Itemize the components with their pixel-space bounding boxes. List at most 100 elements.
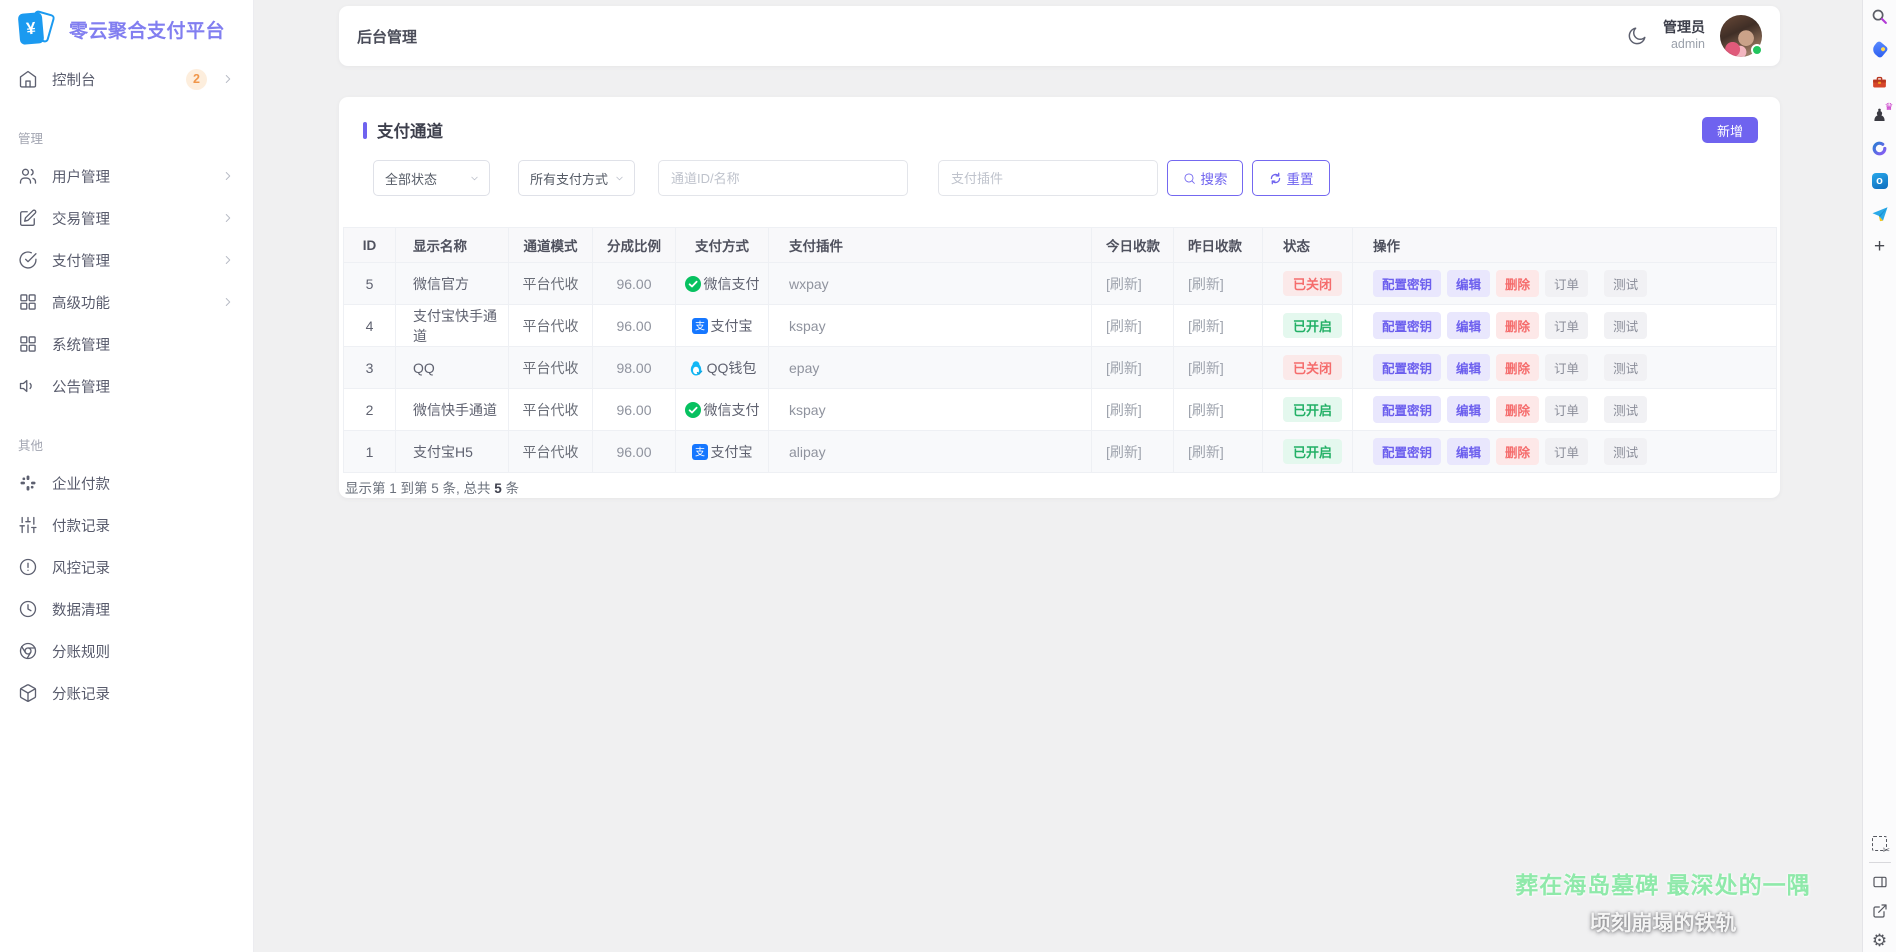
avatar[interactable] [1720,15,1762,57]
payment-channels-panel: 支付通道 新增 全部状态 所有支付方式 搜索 重置 [339,97,1780,498]
add-button[interactable]: 新增 [1702,117,1758,143]
configure-key-button[interactable]: 配置密钥 [1373,438,1441,465]
orders-button[interactable]: 订单 [1545,396,1588,423]
plugin-input[interactable] [938,160,1158,196]
edit-button[interactable]: 编辑 [1447,270,1490,297]
table-row: 4 支付宝快手通道 平台代收 96.00 支支付宝 kspay [刷新] [刷新… [344,305,1777,347]
method-select[interactable]: 所有支付方式 [518,160,635,196]
test-button[interactable]: 测试 [1604,396,1647,423]
delete-button[interactable]: 删除 [1496,396,1539,423]
channel-id-input[interactable] [658,160,908,196]
edit-icon [18,208,38,228]
refresh-yesterday-link[interactable]: [刷新] [1188,402,1224,418]
orders-button[interactable]: 订单 [1545,354,1588,381]
snip-icon[interactable] [1870,833,1890,853]
edit-button[interactable]: 编辑 [1447,312,1490,339]
reset-button[interactable]: 重置 [1252,160,1330,196]
delete-button[interactable]: 删除 [1496,270,1539,297]
sidebar-item-transactions[interactable]: 交易管理 [0,197,253,239]
test-button[interactable]: 测试 [1604,438,1647,465]
sidebar-item-system[interactable]: 系统管理 [0,323,253,365]
gear-icon[interactable]: ⚙ [1870,930,1890,950]
plus-icon[interactable]: + [1870,237,1890,257]
configure-key-button[interactable]: 配置密钥 [1373,312,1441,339]
sidebar-item-risk-records[interactable]: 风控记录 [0,546,253,588]
wechat-pay-icon [685,276,701,292]
sidebar-item-data-cleanup[interactable]: 数据清理 [0,588,253,630]
cell-name: 微信官方 [396,263,509,305]
sidebar-item-enterprise-pay[interactable]: 企业付款 [0,462,253,504]
outlook-icon[interactable]: o [1870,171,1890,191]
delete-button[interactable]: 删除 [1496,312,1539,339]
sidebar-item-users[interactable]: 用户管理 [0,155,253,197]
sidebar-item-announcements[interactable]: 公告管理 [0,365,253,407]
test-button[interactable]: 测试 [1604,354,1647,381]
edit-button[interactable]: 编辑 [1447,396,1490,423]
edit-button[interactable]: 编辑 [1447,438,1490,465]
refresh-yesterday-link[interactable]: [刷新] [1188,444,1224,460]
orders-button[interactable]: 订单 [1545,438,1588,465]
refresh-yesterday-link[interactable]: [刷新] [1188,360,1224,376]
subtitle-line-2: 顷刻崩塌的铁轨 [1413,907,1896,937]
loop-icon[interactable] [1870,138,1890,158]
status-badge: 已关闭 [1283,355,1342,380]
panel-title: 支付通道 [377,118,443,142]
cell-today: [刷新] [1092,347,1174,389]
cell-plugin: epay [769,347,1092,389]
split-view-icon[interactable] [1870,872,1890,892]
orders-button[interactable]: 订单 [1545,270,1588,297]
external-link-icon[interactable] [1870,901,1890,921]
cell-name: 支付宝快手通道 [396,305,509,347]
refresh-today-link[interactable]: [刷新] [1106,276,1142,292]
sidebar-item-payments[interactable]: 支付管理 [0,239,253,281]
user-info[interactable]: 管理员 admin [1663,19,1705,52]
cell-method: QQ钱包 [676,347,769,389]
sidebar-item-label: 控制台 [52,69,172,90]
refresh-today-link[interactable]: [刷新] [1106,444,1142,460]
reset-button-label: 重置 [1287,168,1314,188]
refresh-today-link[interactable]: [刷新] [1106,318,1142,334]
configure-key-button[interactable]: 配置密钥 [1373,396,1441,423]
qq-wallet-icon [688,360,704,376]
subtitle-line-1: 葬在海岛墓碑 最深处的一隅 [1413,866,1896,900]
moon-icon[interactable] [1626,25,1648,47]
refresh-today-link[interactable]: [刷新] [1106,402,1142,418]
sidebar-section-label: 管理 [18,128,235,147]
edit-button[interactable]: 编辑 [1447,354,1490,381]
channels-table: ID 显示名称 通道模式 分成比例 支付方式 支付插件 今日收款 昨日收款 状态… [343,227,1777,473]
sidebar-item-label: 分账规则 [52,641,235,662]
sidebar-item-split-rules[interactable]: 分账规则 [0,630,253,672]
test-button[interactable]: 测试 [1604,312,1647,339]
sidebar-item-label: 用户管理 [52,166,207,187]
status-badge: 已开启 [1283,439,1342,464]
toolbar-divider [1869,862,1891,863]
delete-button[interactable]: 删除 [1496,354,1539,381]
cell-plugin: kspay [769,389,1092,431]
sidebar-item-advanced[interactable]: 高级功能 [0,281,253,323]
chevron-down-icon [614,173,625,184]
ext-search-icon[interactable] [1870,6,1890,26]
telegram-icon[interactable] [1870,204,1890,224]
chevron-right-icon [221,295,235,309]
delete-button[interactable]: 删除 [1496,438,1539,465]
refresh-yesterday-link[interactable]: [刷新] [1188,318,1224,334]
refresh-today-link[interactable]: [刷新] [1106,360,1142,376]
cell-status: 已关闭 [1263,347,1353,389]
configure-key-button[interactable]: 配置密钥 [1373,270,1441,297]
tag-icon[interactable] [1870,39,1890,59]
configure-key-button[interactable]: 配置密钥 [1373,354,1441,381]
chess-pawn-icon[interactable]: ♟♛ [1870,105,1890,125]
sidebar-item-label: 数据清理 [52,599,235,620]
sidebar-item-console[interactable]: 控制台 2 [0,58,253,100]
column-header-id: ID [344,228,396,263]
column-header-yesterday: 昨日收款 [1174,228,1263,263]
status-select[interactable]: 全部状态 [373,160,490,196]
search-button[interactable]: 搜索 [1167,160,1243,196]
sidebar-item-label: 系统管理 [52,334,235,355]
refresh-yesterday-link[interactable]: [刷新] [1188,276,1224,292]
test-button[interactable]: 测试 [1604,270,1647,297]
sidebar-item-split-records[interactable]: 分账记录 [0,672,253,714]
toolbox-icon[interactable] [1870,72,1890,92]
orders-button[interactable]: 订单 [1545,312,1588,339]
sidebar-item-payout-records[interactable]: 付款记录 [0,504,253,546]
